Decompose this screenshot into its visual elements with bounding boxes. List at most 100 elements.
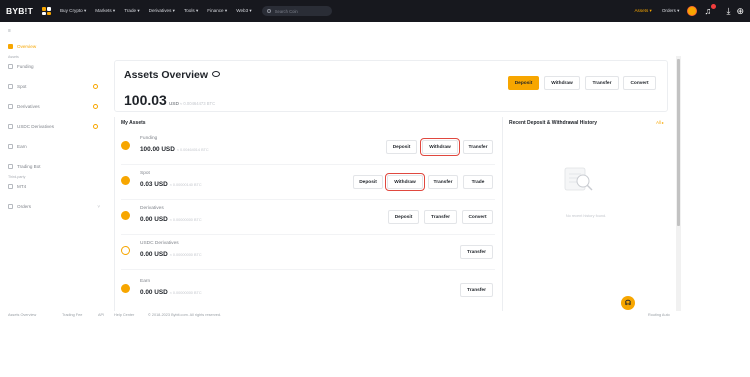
sidebar-item-funding[interactable]: Funding — [8, 64, 104, 69]
derivatives-icon — [8, 104, 13, 109]
warning-icon — [93, 84, 98, 89]
asset-row-spot: Spot 0.03 USD ≈ 0.00000140 BTC Deposit Wi… — [115, 169, 497, 197]
asset-value-btc: ≈ 0.00000140 BTC — [169, 183, 202, 187]
asset-value-btc: ≈ 0.00000000 BTC — [169, 253, 202, 257]
sidebar-item-label: Spot — [17, 84, 27, 89]
footer-copyright: © 2018-2023 Bybit.com. All rights reserv… — [148, 313, 222, 317]
sidebar-item-mt4[interactable]: MT4 — [8, 184, 104, 189]
nav-tools[interactable]: Tools ▾ — [184, 8, 198, 14]
spot-icon — [121, 176, 130, 185]
total-amount: 100.03 — [124, 92, 167, 108]
sidebar-item-spot[interactable]: Spot — [8, 84, 104, 89]
divider — [121, 234, 495, 235]
spot-transfer-button[interactable]: Transfer — [428, 175, 458, 189]
history-title: Recent Deposit & Withdrawal History — [509, 120, 598, 126]
spot-withdraw-button[interactable]: Withdraw — [385, 173, 425, 191]
asset-value-btc: ≈ 0.00000000 BTC — [169, 291, 202, 295]
convert-button[interactable]: Convert — [623, 76, 656, 90]
nav-finance[interactable]: Finance ▾ — [207, 8, 227, 14]
asset-value-usd: 0.00 USD — [140, 289, 168, 296]
footer-link-trading-fee[interactable]: Trading Fee — [62, 313, 82, 317]
sidebar-section-third-party: Third-party — [8, 175, 26, 179]
deposit-button[interactable]: Deposit — [508, 76, 539, 90]
funding-icon — [121, 141, 130, 150]
sidebar-item-orders[interactable]: Orders ˅ — [8, 204, 104, 209]
page-title: Assets Overview — [124, 69, 221, 81]
nav-assets[interactable]: Assets ▾ — [634, 8, 651, 14]
bell-icon[interactable]: ♫ — [704, 4, 717, 16]
sidebar-item-usdc-derivatives[interactable]: USDC Derivatives — [8, 124, 104, 129]
asset-value-usd: 0.00 USD — [140, 251, 168, 258]
nav-web3[interactable]: Web3 ▾ — [236, 8, 252, 14]
spot-trade-button[interactable]: Trade — [463, 175, 493, 189]
mt4-icon — [8, 184, 13, 189]
asset-value: 0.00 USD ≈ 0.00000000 BTC — [140, 289, 202, 296]
search-input[interactable]: Search Coin — [261, 6, 332, 16]
scrollbar-thumb[interactable] — [677, 59, 680, 226]
sidebar-item-overview[interactable]: Overview — [8, 44, 104, 49]
derivatives-convert-button[interactable]: Convert — [462, 210, 493, 224]
earn-icon — [121, 284, 130, 293]
apps-grid-icon[interactable] — [41, 7, 51, 15]
my-assets-title: My Assets — [121, 120, 146, 126]
derivatives-icon — [121, 211, 130, 220]
asset-value-btc: ≈ 0.00000000 BTC — [169, 218, 202, 222]
asset-value-usd: 100.00 USD — [140, 146, 175, 153]
headset-icon: ☊ — [624, 300, 632, 307]
sidebar-item-label: Trading Bot — [17, 164, 41, 169]
sidebar-item-label: Derivatives — [17, 104, 40, 109]
footer-routing[interactable]: Routing Auto — [648, 313, 670, 317]
sidebar-menu-icon[interactable]: ≡ — [8, 28, 11, 34]
history-all-link[interactable]: All ▸ — [656, 120, 664, 125]
sidebar-item-derivatives[interactable]: Derivatives — [8, 104, 104, 109]
download-icon[interactable]: ⤓ — [726, 6, 730, 16]
divider — [121, 269, 495, 270]
search-placeholder: Search Coin — [274, 8, 298, 14]
footer-link-help-center[interactable]: Help Center — [114, 313, 134, 317]
asset-row-derivatives: Derivatives 0.00 USD ≈ 0.00000000 BTC Dep… — [115, 204, 497, 232]
asset-name: USDC Derivatives — [140, 241, 179, 246]
globe-icon[interactable]: ⊕ — [736, 6, 744, 16]
sidebar-item-label: Overview — [17, 44, 37, 49]
eye-icon[interactable] — [212, 71, 221, 77]
footer-link-api[interactable]: API — [98, 313, 104, 317]
sidebar-item-label: Funding — [17, 64, 34, 69]
asset-value: 0.00 USD ≈ 0.00000000 BTC — [140, 216, 202, 223]
asset-value-usd: 0.00 USD — [140, 216, 168, 223]
transfer-button[interactable]: Transfer — [585, 76, 619, 90]
funding-transfer-button[interactable]: Transfer — [463, 140, 493, 154]
orders-icon — [8, 204, 13, 209]
page-title-text: Assets Overview — [124, 69, 209, 81]
avatar[interactable] — [687, 6, 698, 16]
nav-markets[interactable]: Markets ▾ — [95, 8, 115, 14]
warning-icon — [93, 124, 98, 129]
spot-icon — [8, 84, 13, 89]
divider — [121, 164, 495, 165]
funding-deposit-button[interactable]: Deposit — [386, 140, 417, 154]
asset-name: Earn — [140, 279, 151, 284]
asset-name: Funding — [140, 136, 158, 141]
usdc-icon — [121, 246, 130, 255]
history-section: Recent Deposit & Withdrawal History All … — [502, 117, 668, 311]
bybit-logo[interactable]: BYB!T — [6, 6, 33, 16]
spot-deposit-button[interactable]: Deposit — [353, 175, 383, 189]
funding-withdraw-button[interactable]: Withdraw — [420, 138, 460, 156]
logo-text: BYB!T — [6, 6, 33, 16]
nav-buy-crypto[interactable]: Buy Crypto ▾ — [60, 8, 86, 14]
nav-trade[interactable]: Trade ▾ — [124, 8, 139, 14]
nav-orders[interactable]: Orders ▾ — [662, 8, 680, 14]
chevron-down-icon: ˅ — [97, 204, 100, 209]
sidebar-item-label: Earn — [17, 144, 27, 149]
earn-transfer-button[interactable]: Transfer — [460, 283, 493, 297]
usdc-transfer-button[interactable]: Transfer — [460, 245, 493, 259]
withdraw-button[interactable]: Withdraw — [544, 76, 580, 90]
nav-derivatives[interactable]: Derivatives ▾ — [149, 8, 175, 14]
derivatives-deposit-button[interactable]: Deposit — [388, 210, 419, 224]
support-chat-button[interactable]: ☊ — [621, 296, 635, 310]
asset-row-usdc-derivatives: USDC Derivatives 0.00 USD ≈ 0.00000000 BT… — [115, 239, 497, 267]
sidebar-item-trading-bot[interactable]: Trading Bot — [8, 164, 104, 169]
derivatives-transfer-button[interactable]: Transfer — [424, 210, 457, 224]
sidebar-item-earn[interactable]: Earn — [8, 144, 104, 149]
total-unit: USD — [168, 102, 179, 107]
footer-link-assets-overview[interactable]: Assets Overview — [8, 313, 36, 317]
